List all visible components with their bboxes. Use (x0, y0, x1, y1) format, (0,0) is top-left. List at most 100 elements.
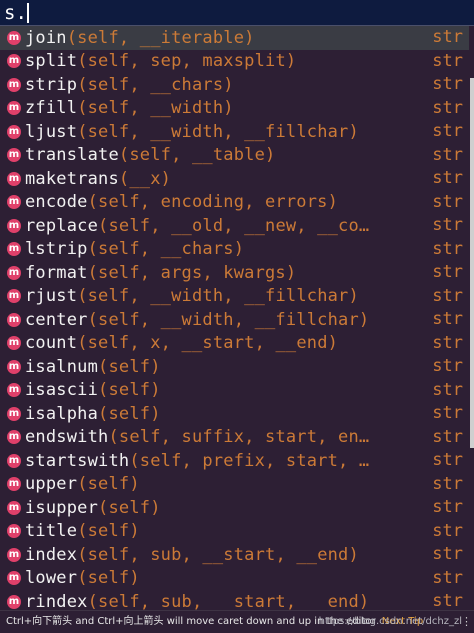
completion-item[interactable]: m ljust (self, __width, __fillchar) str (0, 120, 474, 144)
method-icon: m (7, 218, 21, 233)
completion-item[interactable]: m format (self, args, kwargs) str (0, 261, 474, 285)
completion-item[interactable]: m lower (self) str (0, 567, 474, 591)
completion-item-type: str (432, 332, 463, 353)
completion-item[interactable]: m translate (self, __table) str (0, 144, 474, 168)
completion-item[interactable]: m isupper (self) str (0, 496, 474, 520)
completion-item-type: str (432, 426, 463, 447)
completion-item-type: str (432, 238, 463, 259)
completion-item[interactable]: m rindex (self, sub, __start, __end) str (0, 590, 474, 610)
method-icon: m (7, 594, 21, 609)
completion-footer: Ctrl+向下箭头 and Ctrl+向上箭头 will move caret … (0, 610, 474, 633)
completion-item-name: zfill (25, 98, 78, 119)
completion-item[interactable]: m isascii (self) str (0, 379, 474, 403)
completion-item-type: str (432, 50, 463, 71)
completion-item-name: startswith (25, 450, 130, 471)
completion-item-name: replace (25, 215, 99, 236)
completion-item-params: (self, __chars) (87, 239, 245, 260)
completion-item-type: str (432, 262, 463, 282)
completion-item-type: str (432, 356, 463, 376)
completion-item[interactable]: m encode (self, encoding, errors) str (0, 191, 474, 215)
completion-item-params: (self) (98, 380, 161, 401)
completion-item[interactable]: m startswith (self, prefix, start, … str (0, 449, 474, 473)
completion-item[interactable]: m zfill (self, __width) str (0, 97, 474, 121)
completion-item[interactable]: m maketrans (__x) str (0, 167, 474, 191)
completion-item-type: str (432, 379, 463, 400)
completion-item-params: (self, args, kwargs) (87, 262, 297, 283)
completion-item[interactable]: m strip (self, __chars) str (0, 73, 474, 97)
completion-item-params: (self) (98, 356, 161, 377)
method-icon: m (7, 336, 21, 351)
method-icon: m (7, 406, 21, 421)
completion-item-params: (self, sep, maxsplit) (77, 51, 297, 72)
method-icon: m (7, 289, 21, 304)
scrollbar-thumb[interactable] (470, 78, 474, 448)
completion-item[interactable]: m replace (self, __old, __new, __co… str (0, 214, 474, 238)
method-icon: m (7, 430, 21, 445)
completion-item-type: str (432, 309, 463, 329)
completion-item-name: endswith (25, 427, 109, 448)
completion-item-type: str (432, 497, 463, 517)
completion-item-params: (self, __table) (118, 145, 276, 166)
editor-line[interactable]: s. (0, 0, 474, 26)
completion-item-params: (__x) (118, 168, 172, 189)
method-icon: m (7, 171, 21, 186)
completion-item[interactable]: m lstrip (self, __chars) str (0, 238, 474, 262)
completion-item-params: (self, sub, __start, __end) (87, 591, 370, 610)
completion-item-type: str (432, 520, 463, 541)
completion-item[interactable]: m index (self, sub, __start, __end) str (0, 543, 474, 567)
completion-item-type: str (432, 567, 463, 588)
completion-item-type: str (432, 121, 463, 141)
completion-item-name: count (25, 333, 78, 354)
completion-item-name: isascii (25, 380, 99, 401)
completion-popup[interactable]: m join (self, __iterable) str m split (self, s… (0, 26, 474, 610)
completion-item[interactable]: m title (self) str (0, 520, 474, 544)
completion-item-params: (self) (77, 568, 140, 589)
completion-scrollbar[interactable] (469, 26, 474, 610)
completion-item-params: (self, __width, __fillchar) (87, 309, 370, 330)
completion-item-type: str (432, 403, 463, 423)
completion-item-params: (self) (77, 521, 140, 542)
completion-item-type: str (432, 27, 463, 47)
editor-text[interactable]: s. (4, 2, 27, 24)
completion-item-name: rjust (25, 286, 78, 307)
completion-item-name: strip (25, 74, 78, 95)
completion-item-name: split (25, 51, 78, 72)
method-icon: m (7, 124, 21, 139)
completion-item-params: (self) (77, 474, 140, 495)
completion-item-name: translate (25, 145, 119, 166)
completion-item[interactable]: m isalnum (self) str (0, 355, 474, 379)
completion-item-params: (self, __old, __new, __co… (98, 215, 370, 236)
completion-item[interactable]: m split (self, sep, maxsplit) str (0, 50, 474, 74)
completion-item-name: format (25, 262, 88, 283)
completion-item[interactable]: m endswith (self, suffix, start, en… str (0, 426, 474, 450)
completion-item[interactable]: m upper (self) str (0, 473, 474, 497)
completion-list[interactable]: m join (self, __iterable) str m split (self, s… (0, 26, 474, 610)
method-icon: m (7, 524, 21, 539)
completion-item-name: upper (25, 474, 78, 495)
completion-item[interactable]: m join (self, __iterable) str (0, 26, 474, 50)
method-icon: m (7, 54, 21, 69)
completion-item-type: str (432, 168, 463, 188)
method-icon: m (7, 477, 21, 492)
completion-item-type: str (432, 473, 463, 494)
method-icon: m (7, 195, 21, 210)
method-icon: m (7, 359, 21, 374)
completion-item-name: isalnum (25, 356, 99, 377)
completion-item[interactable]: m count (self, x, __start, __end) str (0, 332, 474, 356)
completion-item-type: str (432, 450, 463, 470)
watermark-text: https://blog.csdn.net/dchz_zl (318, 616, 462, 627)
method-icon: m (7, 148, 21, 163)
completion-item-name: title (25, 521, 78, 542)
more-options-icon[interactable]: ⋮ (461, 611, 472, 633)
method-icon: m (7, 242, 21, 257)
completion-item-params: (self, x, __start, __end) (77, 333, 339, 354)
completion-item-name: lstrip (25, 239, 88, 260)
completion-item-params: (self, __width) (77, 98, 234, 119)
completion-item-type: str (432, 97, 463, 118)
completion-item[interactable]: m rjust (self, __width, __fillchar) str (0, 285, 474, 309)
completion-item[interactable]: m center (self, __width, __fillchar) str (0, 308, 474, 332)
completion-item-params: (self) (98, 497, 161, 518)
completion-item[interactable]: m isalpha (self) str (0, 402, 474, 426)
text-caret (27, 3, 29, 23)
completion-item-name: isupper (25, 497, 99, 518)
